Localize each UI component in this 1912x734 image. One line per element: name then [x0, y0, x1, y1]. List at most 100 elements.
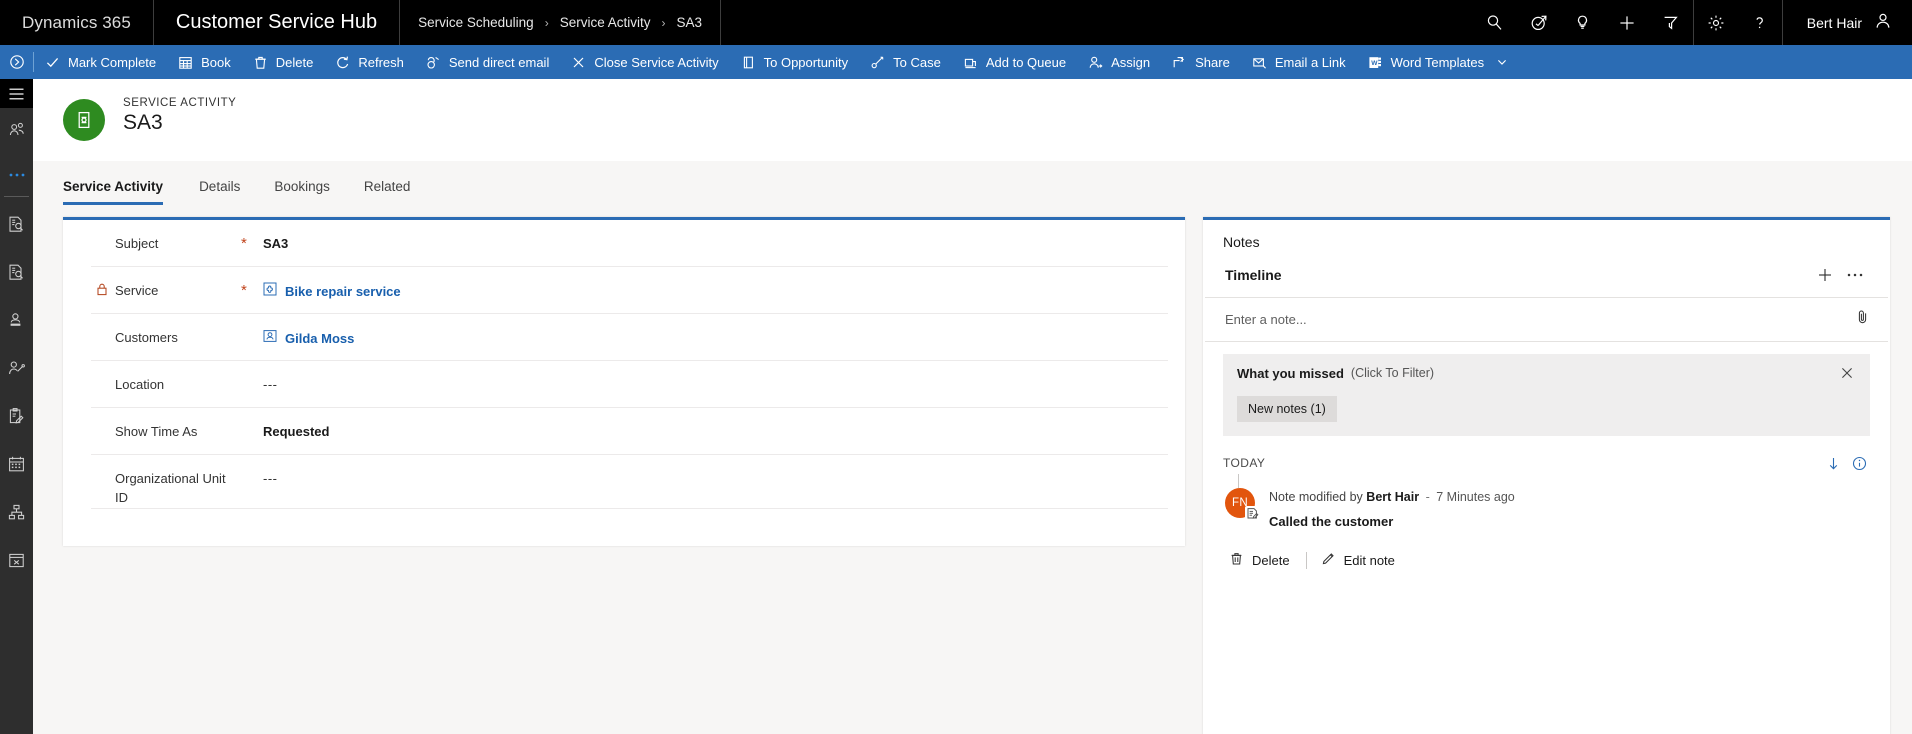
field-row-show-time-as: Show Time As Requested: [91, 408, 1168, 455]
opportunity-icon: [741, 55, 756, 70]
menu-icon[interactable]: [0, 79, 33, 108]
required-indicator: [241, 376, 263, 377]
new-notes-filter-chip[interactable]: New notes (1): [1237, 396, 1337, 422]
timeline-entry-text: Called the customer: [1269, 514, 1394, 529]
record-header: SERVICE ACTIVITY SA3: [33, 79, 1912, 161]
plus-icon[interactable]: [1810, 262, 1840, 288]
help-icon[interactable]: [1738, 0, 1782, 45]
field-row-organizational-unit-id: Organizational Unit ID ---: [91, 455, 1168, 509]
required-indicator: *: [241, 235, 247, 252]
sidebar-item-more[interactable]: [0, 156, 33, 192]
field-value-subject[interactable]: SA3: [263, 235, 288, 253]
lightbulb-icon[interactable]: [1561, 0, 1605, 45]
mark-complete-button[interactable]: Mark Complete: [34, 45, 167, 79]
timeline-entry: FN Note modified by Bert Hair - 7 Minute…: [1223, 474, 1872, 529]
dynamics-brand-label[interactable]: Dynamics 365: [0, 0, 153, 45]
case-wrench-icon: [870, 55, 885, 70]
timeline-entry-author[interactable]: Bert Hair: [1366, 490, 1419, 504]
person-key-icon: [7, 359, 26, 383]
contact-icon: [263, 329, 277, 348]
sidebar-item-account[interactable]: [0, 347, 33, 395]
book-button[interactable]: Book: [167, 45, 242, 79]
field-label-text: Location: [115, 377, 165, 392]
field-label-location: Location: [91, 376, 241, 395]
breadcrumb-item-service-activity[interactable]: Service Activity: [560, 15, 651, 30]
sidebar-item-hierarchy[interactable]: [0, 491, 33, 539]
field-row-subject: Subject * SA3: [91, 220, 1168, 267]
gear-icon[interactable]: [1694, 0, 1738, 45]
edit-note-label: Edit note: [1343, 552, 1395, 568]
paperclip-icon[interactable]: [1855, 309, 1870, 330]
person-icon: [1874, 12, 1892, 33]
ellipsis-icon[interactable]: [1840, 262, 1870, 288]
svg-text:W: W: [1371, 59, 1378, 66]
add-to-queue-button[interactable]: Add to Queue: [952, 45, 1077, 79]
refresh-button[interactable]: Refresh: [324, 45, 415, 79]
tab-label: Service Activity: [63, 179, 164, 194]
field-value-show-time-as[interactable]: Requested: [263, 423, 329, 441]
service-activity-icon: [63, 99, 105, 141]
timeline-entry-separator: -: [1425, 490, 1430, 504]
command-label: Book: [201, 54, 231, 70]
top-navigation-bar: Dynamics 365 Customer Service Hub Servic…: [0, 0, 1912, 45]
topbar-icon-group: [1473, 0, 1783, 45]
user-menu[interactable]: Bert Hair: [1783, 0, 1912, 45]
field-value-location[interactable]: ---: [263, 376, 278, 394]
field-label-text: Subject: [115, 236, 159, 251]
note-input[interactable]: [1225, 312, 1855, 327]
breadcrumb-item-sa3[interactable]: SA3: [676, 15, 702, 30]
ellipsis-icon: [7, 165, 27, 183]
timeline-entry-prefix: Note modified by: [1269, 490, 1363, 504]
app-title[interactable]: Customer Service Hub: [154, 0, 399, 45]
required-indicator: *: [241, 282, 247, 299]
delete-note-button[interactable]: Delete: [1225, 547, 1304, 573]
field-row-customers: Customers Gilda Moss: [91, 314, 1168, 361]
sidebar-item-recent-customers[interactable]: [0, 108, 33, 156]
close-icon[interactable]: [1838, 366, 1856, 384]
sidebar-item-article-search[interactable]: [0, 251, 33, 299]
close-service-activity-button[interactable]: Close Service Activity: [560, 45, 729, 79]
email-a-link-button[interactable]: Email a Link: [1241, 45, 1357, 79]
info-icon[interactable]: [1846, 452, 1872, 474]
sidebar-item-contact[interactable]: [0, 299, 33, 347]
plus-icon[interactable]: [1605, 0, 1649, 45]
assign-button[interactable]: Assign: [1077, 45, 1161, 79]
tab-bookings[interactable]: Bookings: [257, 179, 347, 205]
tab-details[interactable]: Details: [182, 179, 257, 205]
command-label: Share: [1195, 54, 1230, 70]
command-label: Email a Link: [1274, 54, 1346, 70]
to-opportunity-button[interactable]: To Opportunity: [730, 45, 860, 79]
sidebar-item-case-search[interactable]: [0, 203, 33, 251]
filter-icon[interactable]: [1649, 0, 1693, 45]
word-templates-button[interactable]: W Word Templates: [1357, 45, 1519, 79]
field-row-service: Service * Bike repair service: [91, 267, 1168, 314]
sidebar-item-activities[interactable]: [0, 395, 33, 443]
command-label: Add to Queue: [985, 54, 1067, 70]
to-case-button[interactable]: To Case: [859, 45, 952, 79]
search-icon[interactable]: [1473, 0, 1517, 45]
command-bar-overflow-icon[interactable]: [0, 45, 33, 79]
tab-service-activity[interactable]: Service Activity: [63, 179, 182, 205]
assistant-icon[interactable]: [1517, 0, 1561, 45]
note-icon: [1245, 506, 1260, 521]
command-label: Mark Complete: [68, 54, 157, 70]
send-direct-email-button[interactable]: Send direct email: [415, 45, 560, 79]
share-button[interactable]: Share: [1161, 45, 1241, 79]
lookup-link-service[interactable]: Bike repair service: [285, 283, 401, 301]
chevron-right-icon: ›: [544, 15, 549, 30]
avatar[interactable]: FN: [1225, 488, 1260, 521]
delete-button[interactable]: Delete: [242, 45, 325, 79]
what-you-missed-header: What you missed (Click To Filter): [1237, 366, 1856, 384]
people-icon: [8, 121, 26, 144]
hierarchy-icon: [7, 503, 26, 527]
sidebar-item-calendar[interactable]: [0, 443, 33, 491]
tab-related[interactable]: Related: [347, 179, 428, 205]
contact-card-icon: [7, 311, 26, 335]
field-value-organizational-unit-id[interactable]: ---: [263, 470, 278, 488]
lookup-link-customer[interactable]: Gilda Moss: [285, 330, 354, 348]
edit-note-button[interactable]: Edit note: [1317, 547, 1409, 573]
sidebar-item-service-activity[interactable]: [0, 539, 33, 587]
delete-note-label: Delete: [1252, 552, 1290, 568]
arrow-down-icon[interactable]: [1820, 452, 1846, 474]
breadcrumb-item-service-scheduling[interactable]: Service Scheduling: [418, 15, 534, 30]
